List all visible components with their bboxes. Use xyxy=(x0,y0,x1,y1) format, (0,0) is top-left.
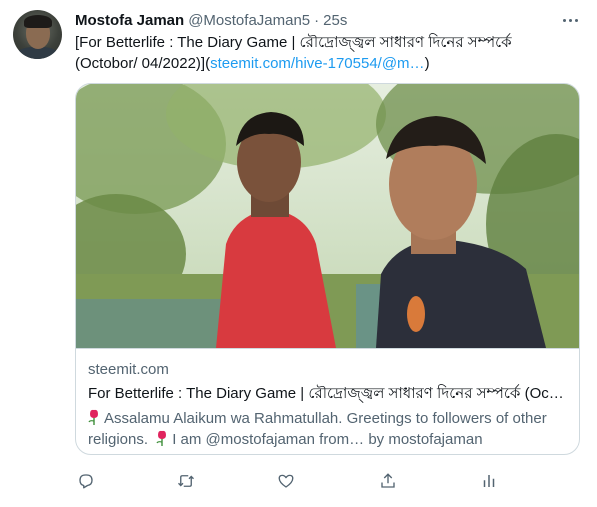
tweet-text: [For Betterlife : The Diary Game | রৌদ্র… xyxy=(75,32,575,74)
retweet-icon[interactable] xyxy=(175,470,197,492)
rose-icon xyxy=(88,409,98,425)
tweet-text-line: (Octobor/ 04/2022)](steemit.com/hive-170… xyxy=(75,53,575,74)
separator-dot: · xyxy=(314,11,320,29)
tweet-text-prefix: (Octobor/ 04/2022)]( xyxy=(75,55,211,72)
selfie-photo xyxy=(76,84,579,348)
tweet-text-suffix: ) xyxy=(424,55,430,72)
tweet[interactable]: Mostofa Jaman @MostofaJaman5 · 25s [For … xyxy=(0,0,597,507)
rose-icon xyxy=(156,430,167,446)
share-icon[interactable] xyxy=(377,470,399,492)
card-image[interactable] xyxy=(76,84,579,348)
card-body[interactable]: steemit.com For Betterlife : The Diary G… xyxy=(88,360,570,450)
link-preview-card[interactable]: steemit.com For Betterlife : The Diary G… xyxy=(75,83,580,455)
card-description-part: I am @mostofajaman from… by mostofajaman xyxy=(172,431,483,448)
card-description: Assalamu Alaikum wa Rahmatullah. Greetin… xyxy=(88,408,570,450)
more-options-icon[interactable] xyxy=(558,10,582,30)
author-handle[interactable]: @MostofaJaman5 xyxy=(188,12,310,29)
analytics-icon[interactable] xyxy=(478,470,500,492)
author-name[interactable]: Mostofa Jaman xyxy=(75,12,184,29)
tweet-link[interactable]: steemit.com/hive-170554/@m… xyxy=(210,55,424,72)
card-title: For Betterlife : The Diary Game | রৌদ্রো… xyxy=(88,385,564,402)
reply-icon[interactable] xyxy=(75,470,97,492)
author-avatar[interactable] xyxy=(13,10,62,59)
tweet-text-line: [For Betterlife : The Diary Game | রৌদ্র… xyxy=(75,34,512,51)
card-domain: steemit.com xyxy=(88,361,169,378)
card-divider xyxy=(76,348,579,349)
tweet-timestamp[interactable]: 25s xyxy=(323,12,347,29)
tweet-header: Mostofa Jaman @MostofaJaman5 · 25s xyxy=(75,10,347,30)
like-icon[interactable] xyxy=(275,470,297,492)
tweet-actions xyxy=(75,470,580,492)
